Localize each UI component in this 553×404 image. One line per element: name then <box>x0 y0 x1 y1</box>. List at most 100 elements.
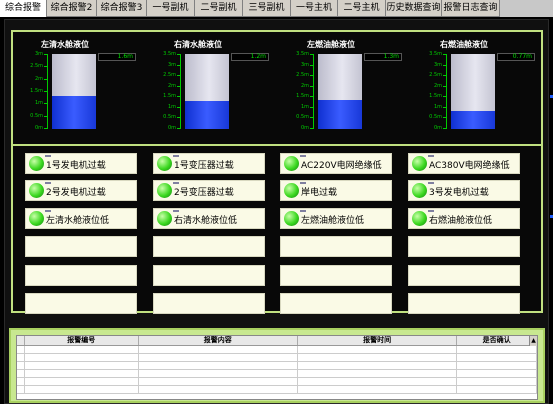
scale-tick <box>310 107 314 108</box>
alarm-led-icon <box>157 156 172 171</box>
table-cell <box>25 362 139 369</box>
alarm-slot-empty <box>280 293 392 314</box>
tank-gauge: 右清水舱液位 3.5m 3m 2.5m 2m 1.5m 1m 0.5m 0m 1.2m <box>149 32 279 155</box>
table-row[interactable] <box>17 370 537 378</box>
alarm-log-grid[interactable]: 报警编号 报警内容 报警时间 是否确认 ▲ <box>16 335 538 400</box>
table-cell <box>139 370 298 377</box>
row-header <box>17 370 25 377</box>
scale-label: 1.5m <box>163 93 176 99</box>
table-cell <box>139 362 298 369</box>
tank-title: 左燃油舱液位 <box>307 40 355 49</box>
scale-label: 0m <box>433 125 442 131</box>
alarm-slot-empty <box>153 265 265 286</box>
scale-label: 3m <box>300 62 309 68</box>
scale-tick <box>44 128 48 129</box>
column-header[interactable]: 报警编号 <box>25 336 139 345</box>
alarm-indicator: AC380V电网绝缘低 <box>408 153 520 174</box>
table-header: 报警编号 报警内容 报警时间 是否确认 <box>17 336 537 346</box>
scale-tick <box>310 75 314 76</box>
scale-label: 3.5m <box>163 51 176 57</box>
row-header <box>17 362 25 369</box>
tank-scale: 3.5m 3m 2.5m 2m 1.5m 1m 0.5m 0m <box>417 51 449 131</box>
alarm-led-icon <box>284 211 299 226</box>
row-header <box>17 378 25 385</box>
scale-label: 1m <box>300 104 309 110</box>
tab-10[interactable]: 报警日志查询 <box>442 0 500 17</box>
alarm-tag-mark <box>173 182 179 184</box>
table-cell <box>457 354 537 361</box>
tab-7[interactable]: 一号主机 <box>291 0 338 17</box>
scale-tick <box>310 65 314 66</box>
alarm-tag-mark <box>300 182 306 184</box>
alarm-tag-mark <box>173 210 179 212</box>
scale-tick <box>177 86 181 87</box>
tab-2[interactable]: 综合报警2 <box>47 0 97 17</box>
alarm-slot-empty <box>25 293 137 314</box>
alarm-led-icon <box>412 156 427 171</box>
alarm-slot-empty <box>408 265 520 286</box>
alarm-label: 2号发电机过载 <box>46 188 106 198</box>
scale-tick <box>44 79 48 80</box>
alarm-led-icon <box>157 183 172 198</box>
alarm-indicator: 岸电过载 <box>280 180 392 201</box>
alarm-label: 3号发电机过载 <box>429 188 489 198</box>
scale-tick <box>443 117 447 118</box>
alarm-indicator: 2号变压器过载 <box>153 180 265 201</box>
scale-label: 3m <box>34 51 43 57</box>
scale-tick <box>177 75 181 76</box>
scale-tick <box>44 66 48 67</box>
scale-tick <box>443 128 447 129</box>
scale-label: 0.5m <box>163 114 176 120</box>
alarm-label: 岸电过载 <box>301 188 338 198</box>
alarm-indicator: AC220V电网绝缘低 <box>280 153 392 174</box>
alarm-led-icon <box>29 156 44 171</box>
scroll-up-icon[interactable]: ▲ <box>529 336 537 346</box>
scale-label: 2.5m <box>296 72 309 78</box>
scale-tick <box>310 117 314 118</box>
table-row[interactable] <box>17 378 537 386</box>
tank-vessel <box>52 54 96 129</box>
alarm-label: 1号发电机过载 <box>46 161 106 171</box>
scale-label: 3m <box>433 62 442 68</box>
tank-title: 右燃油舱液位 <box>440 40 488 49</box>
tank-scale: 3.5m 3m 2.5m 2m 1.5m 1m 0.5m 0m <box>284 51 316 131</box>
tab-4[interactable]: 一号副机 <box>147 0 195 17</box>
alarm-label: 右清水舱液位低 <box>174 216 238 226</box>
tank-level-panel: 左清水舱液位 3m 2.5m 2m 1.5m 1m 0.5m 0m 1.6m 右清水舱液位 3.5m… <box>11 30 543 157</box>
alarm-indicator: 右清水舱液位低 <box>153 208 265 229</box>
alarm-label: AC220V电网绝缘低 <box>301 161 382 171</box>
column-header[interactable]: 报警时间 <box>298 336 458 345</box>
scale-tick <box>443 65 447 66</box>
scale-tick <box>177 107 181 108</box>
column-header[interactable]: 报警内容 <box>139 336 298 345</box>
alarm-led-icon <box>29 211 44 226</box>
scale-label: 3.5m <box>296 51 309 57</box>
table-row[interactable] <box>17 354 537 362</box>
tab-8[interactable]: 二号主机 <box>338 0 386 17</box>
tank-scale: 3m 2.5m 2m 1.5m 1m 0.5m 0m <box>18 51 50 131</box>
alarm-tag-mark <box>428 182 434 184</box>
table-cell <box>457 346 537 353</box>
row-header <box>17 346 25 353</box>
tank-level-fill <box>318 99 362 129</box>
scale-label: 1.5m <box>429 93 442 99</box>
tab-1[interactable]: 综合报警 <box>0 0 47 17</box>
column-header[interactable]: 是否确认 <box>457 336 537 345</box>
table-cell <box>457 362 537 369</box>
tab-5[interactable]: 二号副机 <box>195 0 243 17</box>
row-header-corner <box>17 336 25 345</box>
scale-tick <box>310 54 314 55</box>
table-cell <box>25 354 139 361</box>
tank-level-fill <box>185 101 229 129</box>
tab-6[interactable]: 三号副机 <box>243 0 291 17</box>
table-row[interactable] <box>17 346 537 354</box>
tab-9[interactable]: 历史数据查询 <box>386 0 442 17</box>
alarm-tag-mark <box>45 182 51 184</box>
alarm-indicator: 左燃油舱液位低 <box>280 208 392 229</box>
table-row[interactable] <box>17 386 537 394</box>
scale-tick <box>443 86 447 87</box>
table-row[interactable] <box>17 362 537 370</box>
scale-label: 0m <box>167 125 176 131</box>
tab-3[interactable]: 综合报警3 <box>97 0 147 17</box>
alarm-led-icon <box>29 183 44 198</box>
